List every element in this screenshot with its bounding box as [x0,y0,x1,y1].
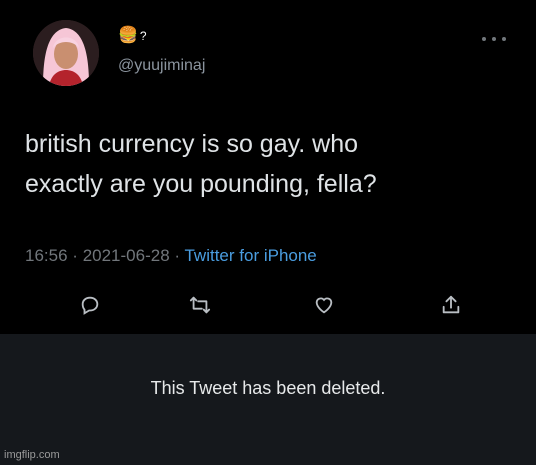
reply-icon[interactable] [77,292,103,318]
dot [482,37,486,41]
action-bar [0,292,536,320]
tweet-source[interactable]: Twitter for iPhone [184,246,316,265]
meta-separator: · [174,246,181,265]
author-handle[interactable]: @yuujiminaj [118,57,205,75]
dot [492,37,496,41]
watermark: imgflip.com [4,449,60,461]
dot [502,37,506,41]
more-options-icon[interactable] [482,34,506,44]
author-avatar[interactable] [33,20,99,86]
deleted-notice: This Tweet has been deleted. [150,378,386,398]
name-suffix: ? [139,29,147,43]
heart-icon[interactable] [311,292,337,318]
tweet-date[interactable]: 2021-06-28 [83,246,170,265]
name-emoji: 🍔 [118,27,138,44]
share-icon[interactable] [438,292,464,318]
avatar-portrait-icon [33,20,99,86]
tweet-meta: 16:56 · 2021-06-28 · Twitter for iPhone [25,246,317,266]
tweet-text: british currency is so gay. who exactly … [25,130,377,198]
meta-separator: · [72,246,78,265]
tweet-card: 🍔? @yuujiminaj british currency is so ga… [0,0,536,334]
author-name[interactable]: 🍔? [118,26,147,46]
retweet-icon[interactable] [187,292,213,318]
deleted-tweet-panel: This Tweet has been deleted. imgflip.com [0,334,536,465]
tweet-time[interactable]: 16:56 [25,246,68,265]
